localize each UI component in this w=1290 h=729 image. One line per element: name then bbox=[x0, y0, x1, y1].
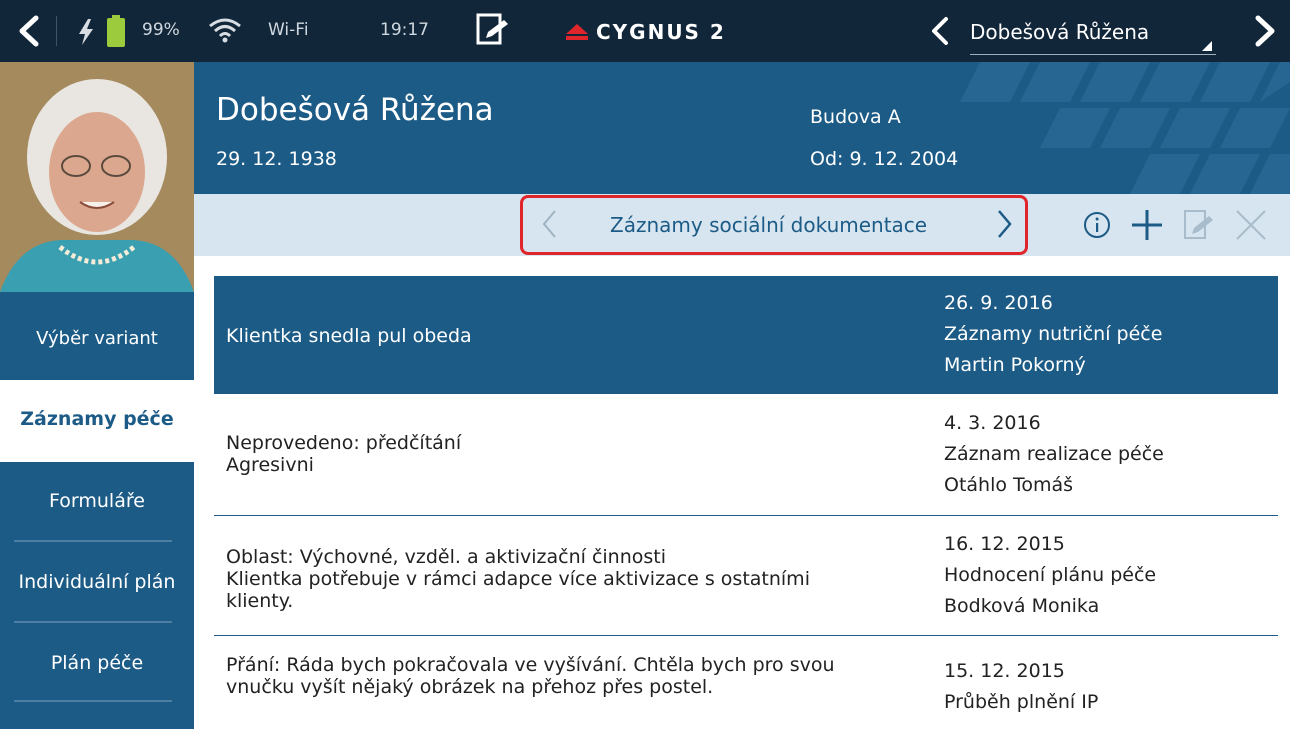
charging-bolt-icon bbox=[79, 19, 93, 45]
back-arrow-icon[interactable] bbox=[14, 14, 44, 48]
record-author: Martin Pokorný bbox=[944, 354, 1086, 376]
edit-document-icon[interactable] bbox=[474, 12, 510, 48]
patient-building: Budova A bbox=[810, 106, 901, 128]
divider bbox=[14, 700, 172, 702]
record-date: 16. 12. 2015 bbox=[944, 533, 1065, 555]
records-list: Klientka snedla pul obeda 26. 9. 2016 Zá… bbox=[214, 276, 1278, 729]
patient-name: Dobešová Růžena bbox=[216, 92, 494, 128]
record-date: 15. 12. 2015 bbox=[944, 660, 1065, 682]
header-pattern bbox=[960, 62, 1290, 194]
patient-photo bbox=[0, 62, 194, 292]
record-text: Neprovedeno: předčítání Agresivni bbox=[226, 432, 462, 476]
list-item[interactable]: Klientka snedla pul obeda 26. 9. 2016 Zá… bbox=[214, 276, 1278, 394]
record-type: Hodnocení plánu péče bbox=[944, 564, 1157, 586]
record-meta: 15. 12. 2015 Průběh plnění IP bbox=[944, 656, 1098, 718]
status-bar: 99% Wi-Fi 19:17 CYGNUS 2 Dobešová Růžena bbox=[0, 0, 1290, 62]
record-meta: 16. 12. 2015 Hodnocení plánu péče Bodkov… bbox=[944, 529, 1156, 622]
edit-icon[interactable] bbox=[1182, 208, 1216, 242]
record-meta: 26. 9. 2016 Záznamy nutriční péče Martin… bbox=[944, 288, 1162, 381]
variant-selector[interactable]: Výběr variant bbox=[0, 292, 194, 380]
logo-text: CYGNUS 2 bbox=[596, 20, 726, 44]
record-text: Klientka snedla pul obeda bbox=[226, 325, 472, 347]
cygnus-logo: CYGNUS 2 bbox=[564, 18, 726, 46]
patient-birth-date: 29. 12. 1938 bbox=[216, 148, 337, 170]
wifi-label: Wi-Fi bbox=[268, 20, 309, 40]
list-item[interactable]: Neprovedeno: předčítání Agresivni 4. 3. … bbox=[214, 394, 1278, 516]
sidebar-item-individual-plan[interactable]: Individuální plán bbox=[0, 543, 194, 625]
next-patient-icon[interactable] bbox=[1252, 14, 1278, 48]
patient-selector[interactable]: Dobešová Růžena bbox=[970, 8, 1216, 55]
record-author: Bodková Monika bbox=[944, 595, 1100, 617]
list-item[interactable]: Přání: Ráda bych pokračovala ve vyšívání… bbox=[214, 636, 1278, 729]
record-text: Přání: Ráda bych pokračovala ve vyšívání… bbox=[226, 654, 835, 698]
highlight-frame bbox=[520, 195, 1028, 255]
battery-level: 99% bbox=[142, 20, 180, 40]
sidebar-item-label: Záznamy péče bbox=[20, 408, 174, 430]
wifi-icon bbox=[209, 18, 241, 43]
divider bbox=[14, 540, 172, 542]
sidebar-item-care-records[interactable]: Záznamy péče bbox=[0, 380, 194, 462]
dropdown-corner-icon bbox=[1202, 41, 1212, 51]
list-item[interactable]: Oblast: Výchovné, vzděl. a aktivizační č… bbox=[214, 516, 1278, 636]
divider bbox=[56, 16, 57, 46]
sidebar-item-label: Formuláře bbox=[49, 490, 145, 512]
previous-patient-icon[interactable] bbox=[928, 16, 952, 46]
record-type: Průběh plnění IP bbox=[944, 691, 1099, 713]
patient-selector-name: Dobešová Růžena bbox=[970, 20, 1150, 44]
sidebar: Výběr variant Záznamy péče Formuláře Ind… bbox=[0, 62, 194, 729]
record-meta: 4. 3. 2016 Záznam realizace péče Otáhlo … bbox=[944, 408, 1164, 501]
record-date: 26. 9. 2016 bbox=[944, 292, 1053, 314]
sidebar-item-label: Plán péče bbox=[50, 652, 144, 674]
add-icon[interactable] bbox=[1130, 208, 1164, 242]
clock: 19:17 bbox=[380, 20, 429, 40]
record-type: Záznamy nutriční péče bbox=[944, 323, 1163, 345]
close-icon[interactable] bbox=[1234, 208, 1268, 242]
record-type: Záznam realizace péče bbox=[944, 443, 1164, 465]
sidebar-item-care-plan[interactable]: Plán péče bbox=[0, 624, 194, 706]
logo-mark-icon bbox=[566, 24, 588, 40]
sidebar-item-forms[interactable]: Formuláře bbox=[0, 462, 194, 544]
record-date: 4. 3. 2016 bbox=[944, 412, 1041, 434]
battery-icon bbox=[107, 15, 125, 47]
variant-label: Výběr variant bbox=[36, 328, 158, 349]
record-author: Otáhlo Tomáš bbox=[944, 474, 1074, 496]
record-text: Oblast: Výchovné, vzděl. a aktivizační č… bbox=[226, 546, 810, 612]
sidebar-item-label: Individuální plán bbox=[18, 571, 176, 593]
patient-since-date: Od: 9. 12. 2004 bbox=[810, 148, 959, 170]
divider bbox=[14, 621, 172, 623]
patient-header: Dobešová Růžena 29. 12. 1938 Budova A Od… bbox=[194, 62, 1290, 194]
info-icon[interactable] bbox=[1082, 210, 1112, 240]
